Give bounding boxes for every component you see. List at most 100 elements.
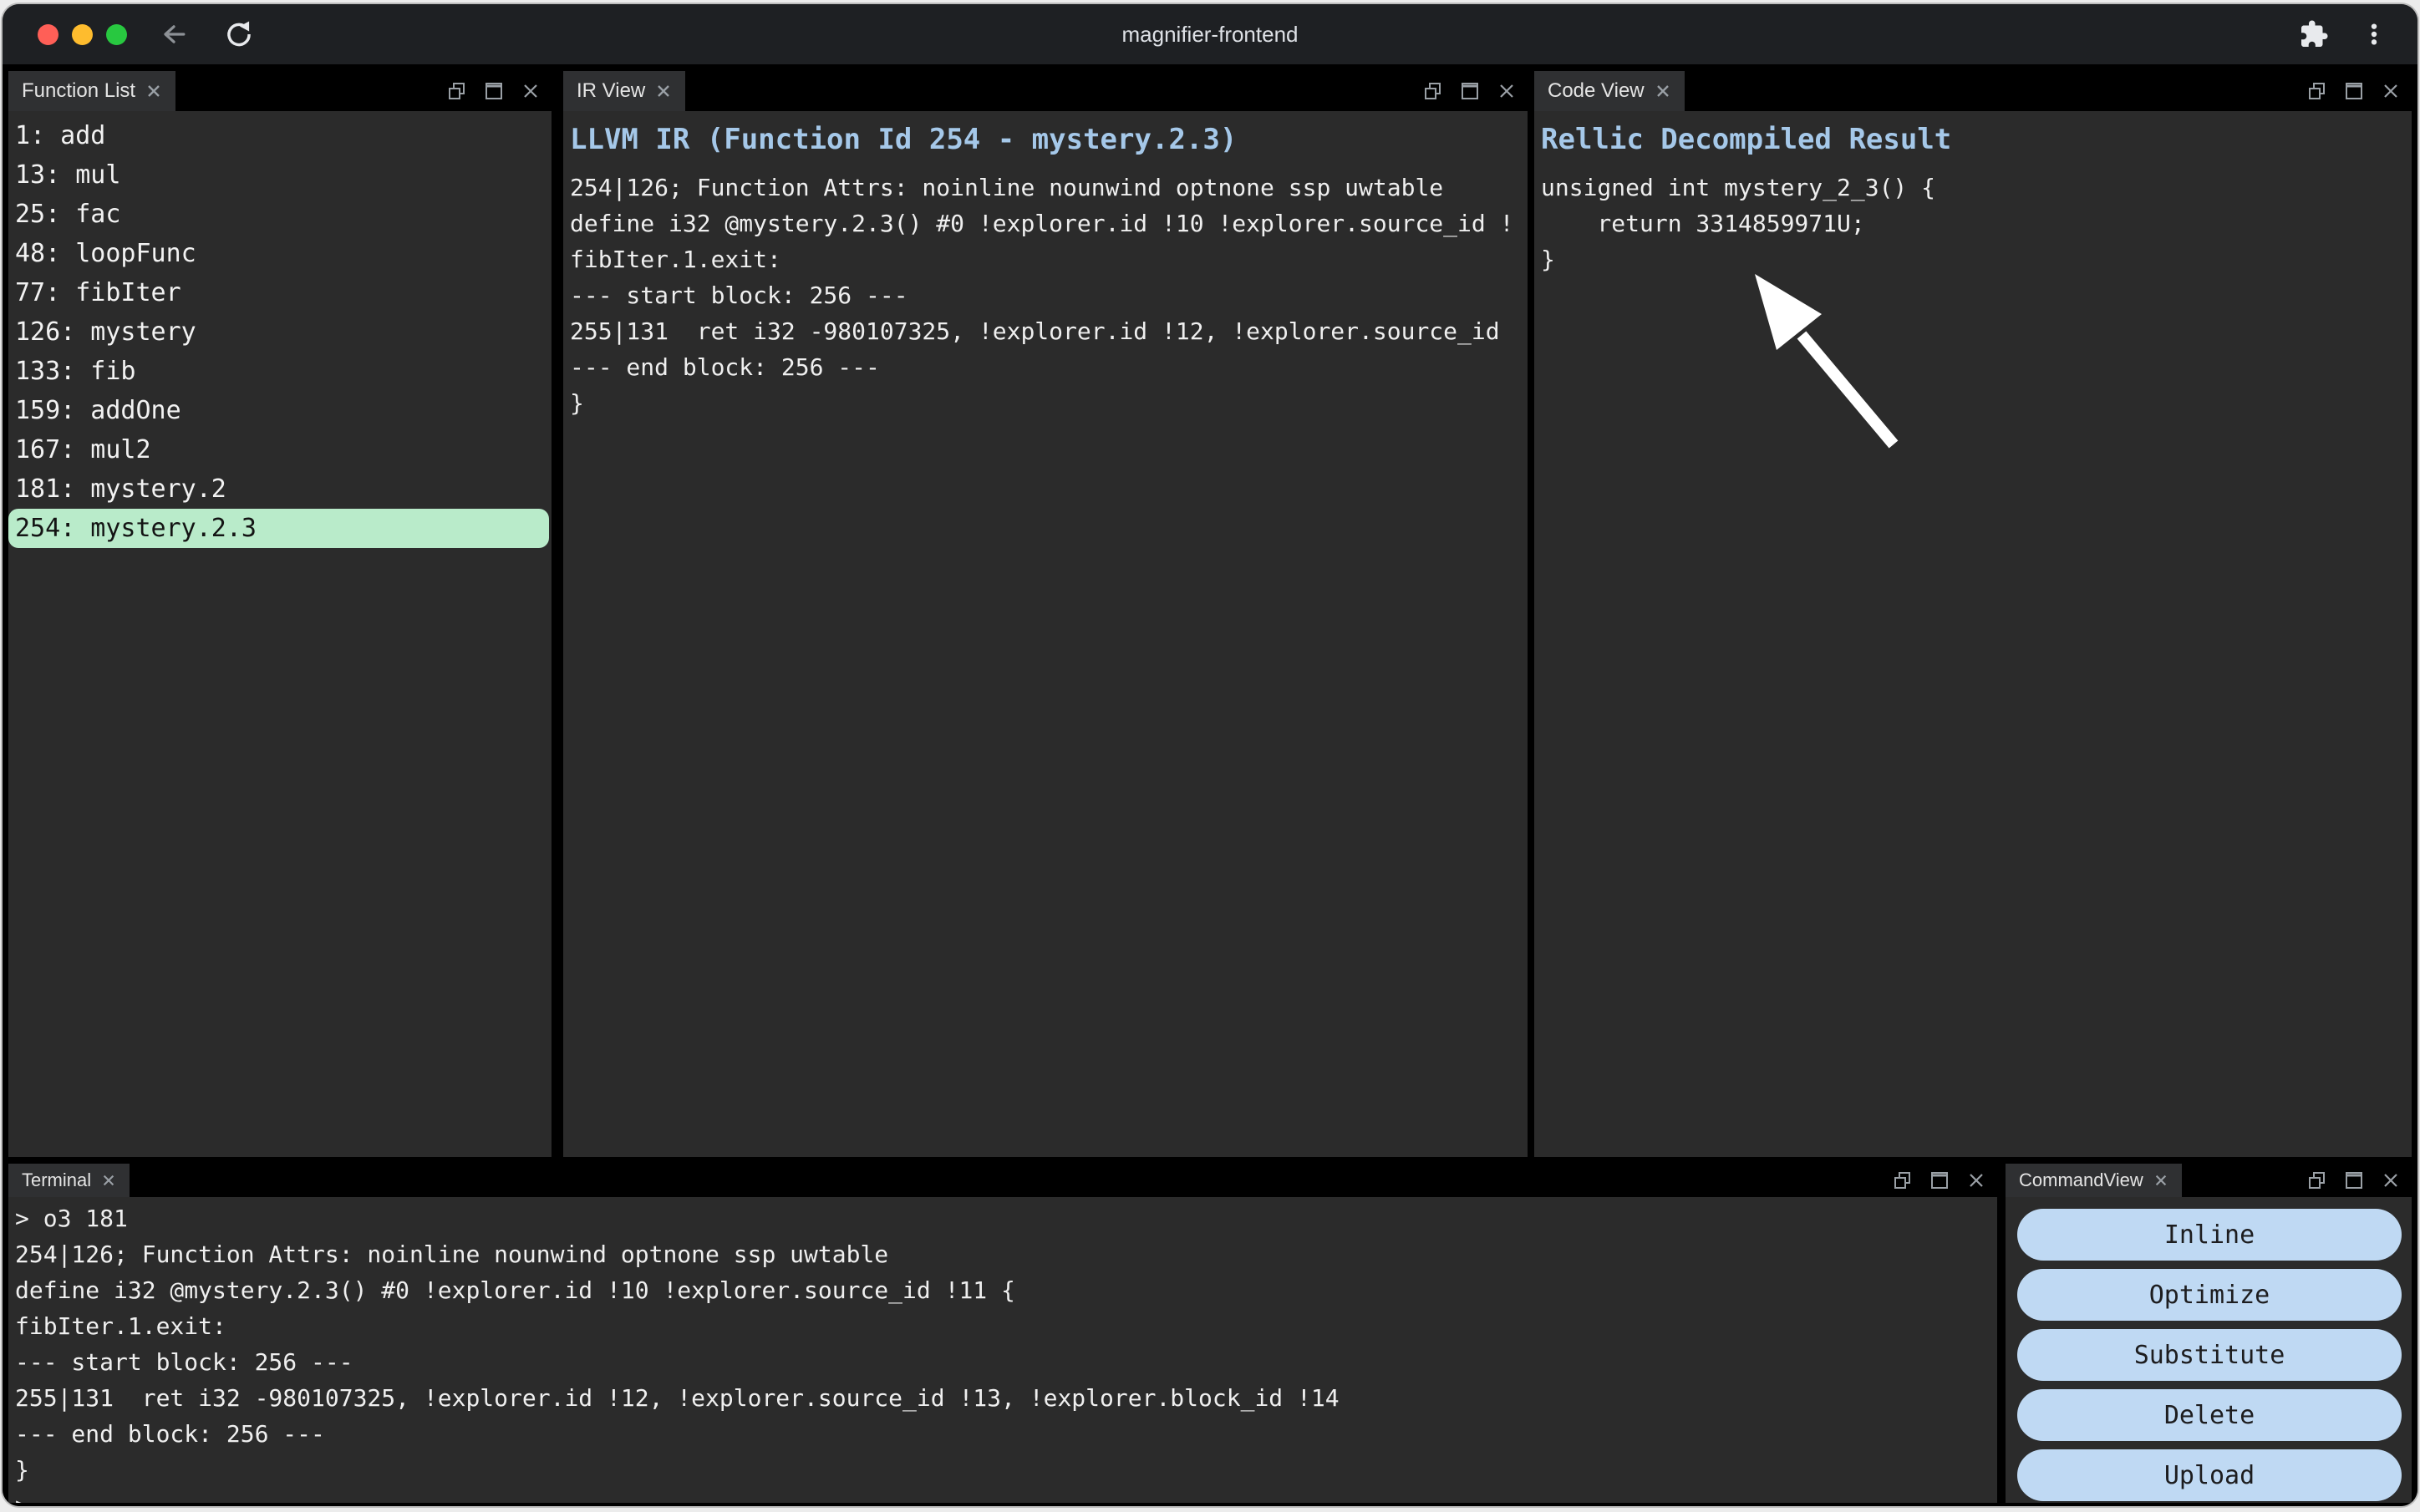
terminal-tabbar: Terminal	[8, 1164, 1997, 1197]
window-title: magnifier-frontend	[1122, 22, 1299, 48]
command-button[interactable]: Delete	[2017, 1389, 2402, 1441]
function-list-item[interactable]: 48: loopFunc	[8, 234, 552, 273]
reload-button[interactable]	[221, 16, 257, 53]
float-panel-icon[interactable]	[2305, 1168, 2330, 1193]
ir-code: 254|126; Function Attrs: noinline nounwi…	[563, 170, 1528, 421]
command-buttons: Inline Optimize Substitute Delete Upload	[2017, 1209, 2402, 1501]
function-list-item[interactable]: 254: mystery.2.3	[8, 509, 549, 548]
terminal-line: --- start block: 256 ---	[15, 1344, 1997, 1380]
ir-view-panel: IR View LLV	[563, 71, 1528, 1157]
function-list-item[interactable]: 77: fibIter	[8, 273, 552, 312]
float-panel-icon[interactable]	[2305, 79, 2330, 104]
terminal-line: define i32 @mystery.2.3() #0 !explorer.i…	[15, 1272, 1997, 1308]
terminal-panel: Terminal	[8, 1164, 1997, 1503]
function-list-item[interactable]: 1: add	[8, 116, 552, 155]
kebab-menu-icon	[2361, 21, 2387, 48]
function-list-tabbar: Function List	[8, 71, 552, 111]
terminal-line: 254|126; Function Attrs: noinline nounwi…	[15, 1236, 1997, 1272]
ir-code-line: 254|126; Function Attrs: noinline nounwi…	[570, 170, 1528, 205]
float-panel-icon[interactable]	[1890, 1168, 1915, 1193]
command-view-body: Inline Optimize Substitute Delete Upload	[2006, 1197, 2412, 1503]
float-panel-icon[interactable]	[445, 79, 470, 104]
code-line: }	[1541, 241, 2412, 277]
code-view-panel: Code View R	[1534, 71, 2412, 1157]
titlebar-actions	[2299, 19, 2387, 49]
tab-label: Function List	[22, 79, 135, 103]
terminal-line: 255|131 ret i32 -980107325, !explorer.id…	[15, 1380, 1997, 1416]
ir-code-line: define i32 @mystery.2.3() #0 !explorer.i…	[570, 205, 1528, 241]
terminal-line: fibIter.1.exit:	[15, 1308, 1997, 1344]
titlebar: magnifier-frontend	[3, 4, 2417, 64]
tab-close-icon[interactable]	[101, 1173, 116, 1188]
traffic-lights	[38, 24, 127, 45]
maximize-panel-icon[interactable]	[2341, 1168, 2367, 1193]
close-panel-icon[interactable]	[1964, 1168, 1989, 1193]
ir-view-body: LLVM IR (Function Id 254 - mystery.2.3) …	[563, 111, 1528, 1157]
command-view-tabbar: CommandView	[2006, 1164, 2412, 1197]
zoom-window-button[interactable]	[106, 24, 127, 45]
ir-code-line: }	[570, 385, 1528, 421]
tab-close-icon[interactable]	[145, 83, 162, 99]
puzzle-icon	[2299, 19, 2329, 49]
app-window: magnifier-frontend	[3, 4, 2417, 1506]
float-panel-icon[interactable]	[1421, 79, 1446, 104]
code-line: return 3314859971U;	[1541, 205, 2412, 241]
command-view-panel: CommandView	[2006, 1164, 2412, 1503]
code-line: unsigned int mystery_2_3() {	[1541, 170, 2412, 205]
command-button[interactable]: Inline	[2017, 1209, 2402, 1261]
menu-button[interactable]	[2361, 21, 2387, 48]
panel-window-controls	[2305, 71, 2412, 111]
tab-ir-view[interactable]: IR View	[563, 71, 685, 111]
command-button[interactable]: Substitute	[2017, 1329, 2402, 1381]
ir-code-line: --- end block: 256 ---	[570, 349, 1528, 385]
close-panel-icon[interactable]	[2378, 79, 2403, 104]
extensions-button[interactable]	[2299, 19, 2329, 49]
code-view-tabbar: Code View	[1534, 71, 2412, 111]
close-window-button[interactable]	[38, 24, 58, 45]
function-list-item[interactable]: 25: fac	[8, 195, 552, 234]
tab-label: Code View	[1548, 79, 1645, 103]
function-list-item[interactable]: 133: fib	[8, 352, 552, 391]
terminal-body[interactable]: > o3 181 254|126; Function Attrs: noinli…	[8, 1197, 1997, 1503]
close-panel-icon[interactable]	[2378, 1168, 2403, 1193]
function-list-item[interactable]: 126: mystery	[8, 312, 552, 352]
decompiled-code: unsigned int mystery_2_3() { return 3314…	[1534, 170, 2412, 277]
function-list-item[interactable]: 181: mystery.2	[8, 469, 552, 509]
tab-label: IR View	[577, 79, 645, 103]
terminal-line: --- end block: 256 ---	[15, 1416, 1997, 1452]
ir-code-line: fibIter.1.exit:	[570, 241, 1528, 277]
tab-command-view[interactable]: CommandView	[2006, 1164, 2182, 1197]
function-list-item[interactable]: 159: addOne	[8, 391, 552, 430]
tab-function-list[interactable]: Function List	[8, 71, 175, 111]
function-list: 1: add 13: mul 25: fac 48: loopFunc 77: …	[8, 111, 552, 548]
back-button[interactable]	[155, 16, 192, 53]
close-panel-icon[interactable]	[518, 79, 543, 104]
code-view-body: Rellic Decompiled Result unsigned int my…	[1534, 111, 2412, 1157]
minimize-window-button[interactable]	[72, 24, 93, 45]
close-panel-icon[interactable]	[1494, 79, 1519, 104]
maximize-panel-icon[interactable]	[1927, 1168, 1952, 1193]
terminal-line: >	[15, 1488, 1997, 1503]
panel-window-controls	[1890, 1164, 1997, 1197]
ir-view-heading: LLVM IR (Function Id 254 - mystery.2.3)	[570, 123, 1528, 156]
tab-close-icon[interactable]	[1655, 83, 1671, 99]
maximize-panel-icon[interactable]	[2341, 79, 2367, 104]
function-list-item[interactable]: 13: mul	[8, 155, 552, 195]
tab-terminal[interactable]: Terminal	[8, 1164, 130, 1197]
panel-window-controls	[1421, 71, 1528, 111]
reload-icon	[223, 18, 255, 50]
function-list-body: 1: add 13: mul 25: fac 48: loopFunc 77: …	[8, 111, 552, 1157]
back-arrow-icon	[157, 18, 191, 51]
function-list-item[interactable]: 167: mul2	[8, 430, 552, 469]
tab-code-view[interactable]: Code View	[1534, 71, 1685, 111]
tab-label: CommandView	[2019, 1170, 2143, 1191]
workspace: Function List	[3, 64, 2417, 1506]
panel-window-controls	[445, 71, 552, 111]
tab-close-icon[interactable]	[2153, 1173, 2168, 1188]
tab-close-icon[interactable]	[655, 83, 672, 99]
maximize-panel-icon[interactable]	[481, 79, 506, 104]
command-button[interactable]: Upload	[2017, 1449, 2402, 1501]
maximize-panel-icon[interactable]	[1457, 79, 1482, 104]
command-button[interactable]: Optimize	[2017, 1269, 2402, 1321]
tab-label: Terminal	[22, 1170, 91, 1191]
